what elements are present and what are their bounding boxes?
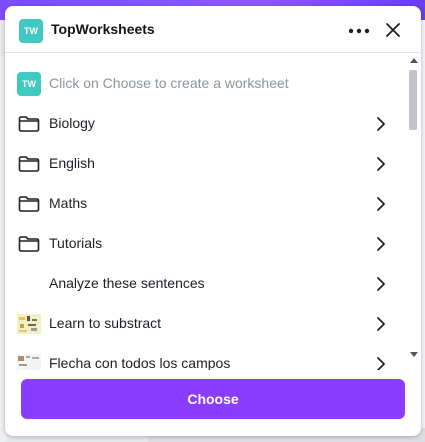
chevron-right-icon bbox=[377, 317, 385, 331]
chevron-right-icon bbox=[377, 277, 385, 291]
folder-icon bbox=[17, 153, 41, 175]
close-button[interactable] bbox=[381, 18, 405, 42]
chevron-right-icon bbox=[377, 157, 385, 171]
app-title: TopWorksheets bbox=[51, 21, 155, 37]
chevron-right-icon bbox=[377, 117, 385, 131]
worksheet-list: TW Click on Choose to create a worksheet… bbox=[5, 64, 405, 370]
panel-header: TW TopWorksheets bbox=[5, 6, 421, 53]
list-item-label: Analyze these sentences bbox=[49, 275, 205, 291]
list-item-label: English bbox=[49, 155, 95, 171]
list-item-analyze-sentences[interactable]: Analyze these sentences bbox=[5, 264, 405, 304]
worksheet-picker-panel: TW TopWorksheets TW Click on Choose to c… bbox=[5, 6, 421, 436]
list-item-label: Learn to substract bbox=[49, 315, 162, 331]
topworksheets-logo-icon: TW bbox=[19, 19, 43, 43]
blank-thumbnail-icon bbox=[17, 273, 41, 295]
list-item-learn-substract[interactable]: Learn to substract bbox=[5, 304, 405, 344]
folder-icon bbox=[17, 233, 41, 255]
worksheet-thumbnail-icon bbox=[17, 313, 41, 335]
chevron-right-icon bbox=[377, 357, 385, 370]
list-hint-text: Click on Choose to create a worksheet bbox=[49, 75, 289, 91]
scrollbar-thumb[interactable] bbox=[409, 70, 417, 130]
folder-icon bbox=[17, 113, 41, 135]
choose-button[interactable]: Choose bbox=[21, 379, 405, 419]
list-item-label: Maths bbox=[49, 195, 88, 211]
folder-icon bbox=[17, 193, 41, 215]
more-options-button[interactable] bbox=[345, 19, 373, 43]
more-dots-icon bbox=[348, 28, 370, 34]
list-item-english[interactable]: English bbox=[5, 144, 405, 184]
list-scrollbar[interactable] bbox=[407, 56, 419, 364]
list-hint-row: TW Click on Choose to create a worksheet bbox=[5, 64, 405, 104]
list-item-maths[interactable]: Maths bbox=[5, 184, 405, 224]
list-item-label: Flecha con todos los campos bbox=[49, 355, 231, 370]
chevron-right-icon bbox=[377, 237, 385, 251]
close-icon bbox=[386, 23, 400, 37]
list-item-tutorials[interactable]: Tutorials bbox=[5, 224, 405, 264]
topworksheets-logo-icon: TW bbox=[17, 72, 41, 96]
list-item-biology[interactable]: Biology bbox=[5, 104, 405, 144]
list-item-label: Tutorials bbox=[49, 235, 103, 251]
scroll-up-arrow-icon[interactable] bbox=[410, 58, 418, 63]
list-item-flecha[interactable]: Flecha con todos los campos bbox=[5, 344, 405, 370]
chevron-right-icon bbox=[377, 197, 385, 211]
hint-logo-wrap: TW bbox=[17, 72, 41, 96]
worksheet-thumbnail-icon bbox=[17, 353, 41, 370]
list-item-label: Biology bbox=[49, 115, 95, 131]
scroll-down-arrow-icon[interactable] bbox=[410, 352, 418, 357]
